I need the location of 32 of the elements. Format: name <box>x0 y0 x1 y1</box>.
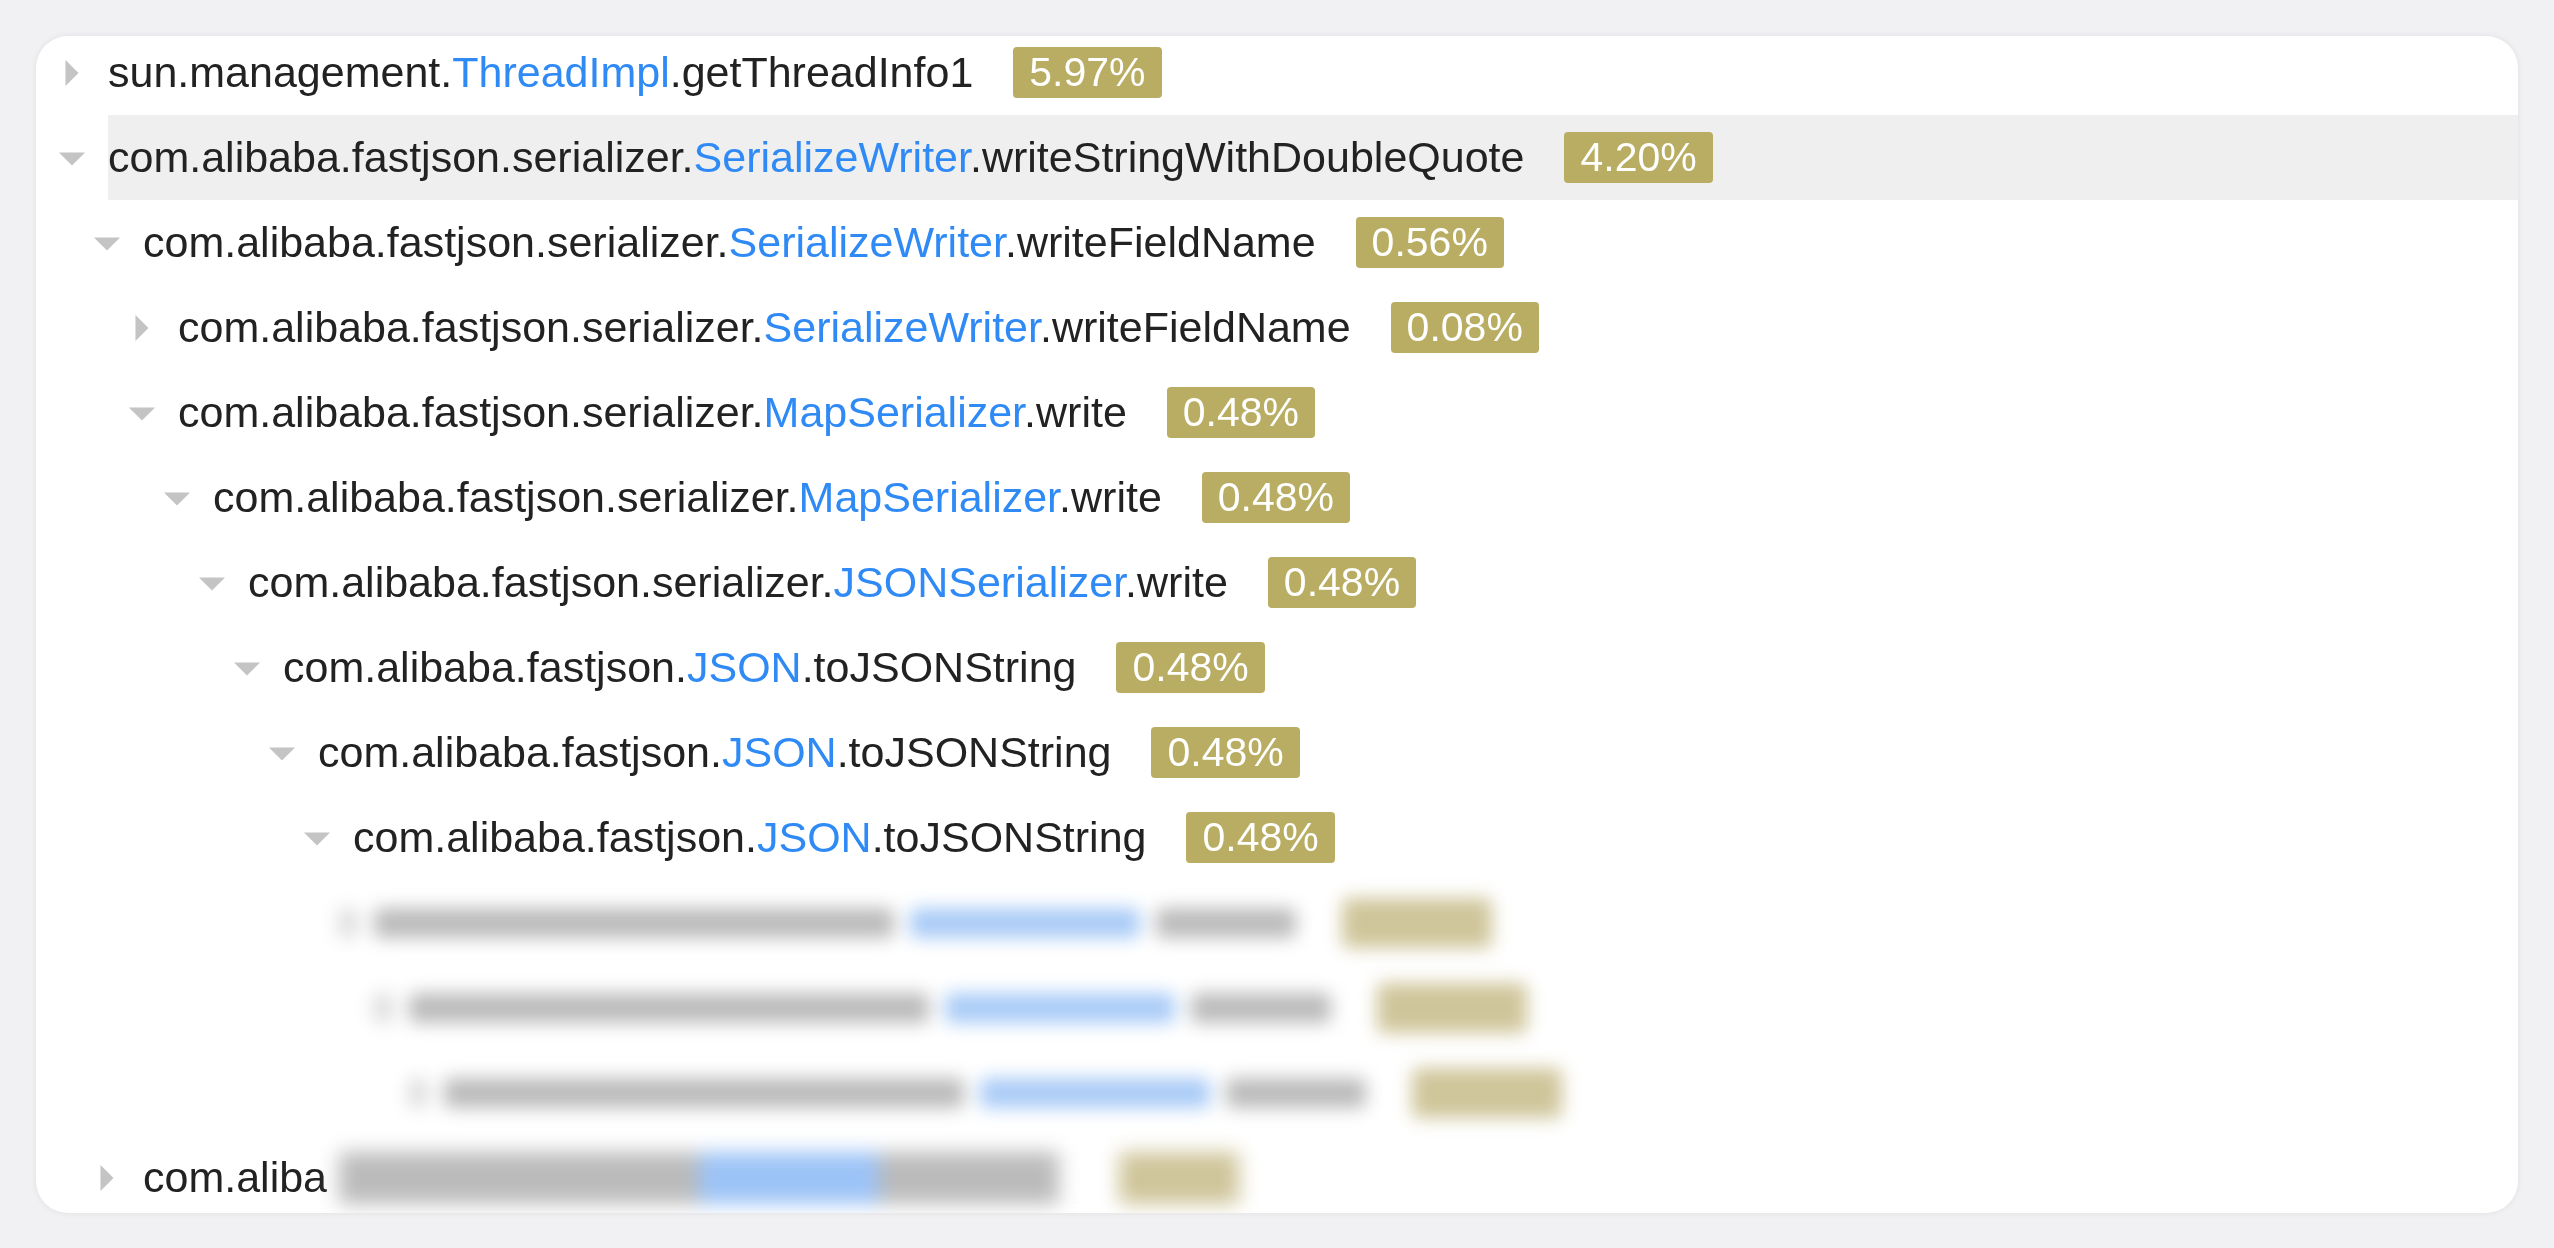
percent-badge: 0.48% <box>1166 387 1316 438</box>
method-name: com.alibaba.fastjson.serializer.MapSerializer.write <box>213 473 1162 522</box>
method-name: com.alibaba.fastjson.JSON.toJSONString <box>283 643 1077 692</box>
percent-badge: 4.20% <box>1564 132 1713 183</box>
percent-badge: 0.56% <box>1355 217 1504 268</box>
tree-row[interactable]: com.aliba <box>143 1135 2518 1213</box>
tree-row[interactable]: com.alibaba.fastjson.serializer.JSONSerializer.write 0.48% <box>248 540 2518 625</box>
method-name: com.alibaba.fastjson.serializer.SerializeWriter.writeStringWithDoubleQuote <box>108 133 1525 182</box>
percent-badge: 5.97% <box>1013 47 1162 98</box>
tree-row[interactable]: com.alibaba.fastjson.JSON.toJSONString 0.48% <box>283 625 2518 710</box>
tree-row[interactable]: com.alibaba.fastjson.serializer.SerializeWriter.writeStringWithDoubleQuote 4.20% <box>108 115 2518 200</box>
method-name: com.alibaba.fastjson.serializer.SerializeWriter.writeFieldName <box>143 218 1316 267</box>
tree-row[interactable]: com.alibaba.fastjson.JSON.toJSONString 0.48% <box>318 710 2518 795</box>
tree-row[interactable]: com.alibaba.fastjson.JSON.toJSONString 0.48% <box>353 795 2518 880</box>
percent-badge: 0.48% <box>1186 812 1335 863</box>
method-name: com.alibaba.fastjson.serializer.MapSerializer.write <box>178 388 1127 437</box>
method-name: com.alibaba.fastjson.JSON.toJSONString <box>353 813 1147 862</box>
percent-badge: 0.48% <box>1201 472 1351 523</box>
percent-badge: 0.08% <box>1390 302 1539 353</box>
tree-row[interactable]: com.alibaba.fastjson.serializer.MapSerializer.write 0.48% <box>178 370 2518 455</box>
percent-badge: 0.48% <box>1116 642 1265 693</box>
percent-badge: 0.48% <box>1267 557 1417 608</box>
method-name: com.alibaba.fastjson.serializer.JSONSerializer.write <box>248 558 1228 607</box>
tree-row[interactable]: com.alibaba.fastjson.serializer.MapSerializer.write 0.48% <box>213 455 2518 540</box>
method-name: com.aliba <box>143 1153 328 1202</box>
tree-row[interactable]: sun.management.ThreadImpl.getThreadInfo1 5.97% <box>108 36 2518 115</box>
method-name: sun.management.ThreadImpl.getThreadInfo1 <box>108 48 974 97</box>
percent-badge: 0.48% <box>1151 727 1300 778</box>
tree-row[interactable]: com.alibaba.fastjson.serializer.SerializeWriter.writeFieldName 0.56% <box>143 200 2518 285</box>
tree-row[interactable]: com.alibaba.fastjson.serializer.SerializeWriter.writeFieldName 0.08% <box>178 285 2518 370</box>
method-name: com.alibaba.fastjson.serializer.SerializeWriter.writeFieldName <box>178 303 1351 352</box>
method-name: com.alibaba.fastjson.JSON.toJSONString <box>318 728 1112 777</box>
